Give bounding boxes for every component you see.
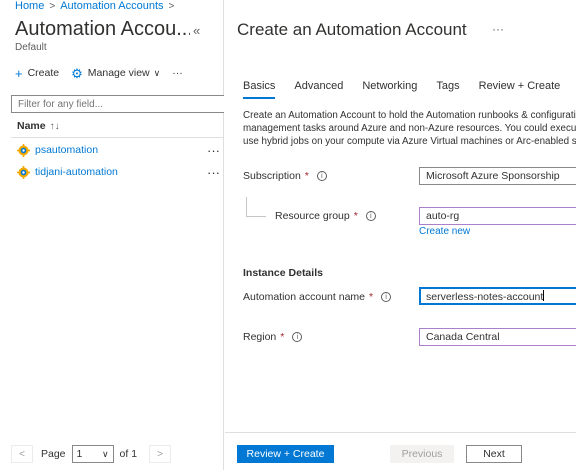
account-name-label-text: Automation account name [243,291,365,303]
next-button[interactable]: Next [466,445,522,463]
manage-view-label: Manage view [87,67,150,79]
account-name-value: serverless-notes-account [426,291,544,303]
blade-description: Create an Automation Account to hold the… [243,109,576,148]
required-marker: * [353,210,358,222]
tab-basics[interactable]: Basics [243,80,276,99]
page-title: Automation Accou... [15,18,190,40]
resource-group-label-text: Resource group [275,210,350,222]
footer-divider [225,432,576,433]
plus-icon: + [15,65,23,81]
automation-accounts-blade: Home > Automation Accounts > Automation Acc… [0,0,224,470]
info-icon[interactable]: i [365,211,376,221]
name-column-label: Name [17,120,46,132]
previous-button[interactable]: Previous [390,445,454,463]
page-select-value: 1 [76,448,83,460]
account-link[interactable]: tidjani-automation [35,166,207,178]
blade-more-icon[interactable]: ··· [492,22,504,36]
description-line: Create an Automation Account to hold the… [243,110,576,121]
subscription-label: Subscription * i [243,170,327,182]
info-icon[interactable]: i [292,332,303,342]
account-name-input[interactable]: serverless-notes-account [419,287,576,305]
chevron-down-icon: ∨ [153,67,161,78]
info-icon[interactable]: i [381,292,392,302]
breadcrumb-home[interactable]: Home [15,0,44,12]
automation-account-icon [17,143,30,157]
breadcrumb-automation-accounts[interactable]: Automation Accounts [60,0,163,12]
tab-advanced[interactable]: Advanced [294,80,343,99]
tree-connector [246,216,266,217]
name-column-header[interactable]: Name ↑↓ [17,120,60,132]
info-icon[interactable]: i [316,171,327,181]
required-marker: * [369,291,374,303]
tab-review-create[interactable]: Review + Create [479,80,561,99]
blade-title: Create an Automation Account [237,20,467,39]
instance-details-heading: Instance Details [243,267,323,279]
list-item[interactable]: psautomation ··· [17,141,224,159]
collapse-icon[interactable]: « [193,23,200,38]
breadcrumb-separator-icon: > [168,1,175,12]
wizard-tabs: Basics Advanced Networking Tags Review +… [243,80,576,99]
create-new-resource-group-link[interactable]: Create new [419,226,470,237]
page-label: Page [41,448,66,460]
filter-input[interactable] [11,95,224,113]
region-label-text: Region [243,331,277,343]
required-marker: * [304,170,309,182]
list-item[interactable]: tidjani-automation ··· [17,163,224,181]
required-marker: * [280,331,285,343]
region-select[interactable]: Canada Central [419,328,576,346]
resource-group-label: Resource group * i [275,210,376,222]
page-subtitle: Default [15,42,47,53]
subscription-select[interactable]: Microsoft Azure Sponsorship [419,167,576,185]
create-button[interactable]: + Create [15,67,59,80]
resource-group-select[interactable]: auto-rg [419,207,576,225]
more-icon: ··· [172,67,183,79]
create-label: Create [27,67,60,79]
account-name-label: Automation account name * i [243,291,392,303]
breadcrumb: Home > Automation Accounts > [15,0,179,12]
description-line: use hybrid jobs on your compute via Azur… [243,136,576,147]
region-label: Region * i [243,331,303,343]
text-caret [543,290,545,301]
more-commands-button[interactable]: ··· [172,67,183,79]
chevron-down-icon: ∨ [101,448,109,459]
create-automation-account-blade: Create an Automation Account ··· Basics … [225,0,576,470]
gear-icon: ⚙ [71,65,83,81]
description-line: management tasks around Azure and non-Az… [243,123,576,134]
tab-networking[interactable]: Networking [362,80,417,99]
sort-icon: ↑↓ [49,121,60,132]
row-more-icon[interactable]: ··· [207,143,220,158]
manage-view-button[interactable]: ⚙ Manage view ∨ [71,67,160,80]
header-divider [11,137,224,138]
previous-page-button[interactable]: < [11,445,33,463]
row-more-icon[interactable]: ··· [207,165,220,180]
page-count: of 1 [119,448,138,460]
review-create-button[interactable]: Review + Create [237,445,334,463]
breadcrumb-separator-icon: > [49,1,56,12]
subscription-label-text: Subscription [243,170,301,182]
pagination: < Page 1 ∨ of 1 > [11,444,172,464]
automation-account-icon [17,165,30,179]
tab-tags[interactable]: Tags [436,80,459,99]
page-select[interactable]: 1 ∨ [71,445,114,463]
account-link[interactable]: psautomation [35,144,207,156]
next-page-button[interactable]: > [149,445,172,463]
tree-connector [246,197,247,216]
command-bar: + Create ⚙ Manage view ∨ ··· [15,64,195,82]
